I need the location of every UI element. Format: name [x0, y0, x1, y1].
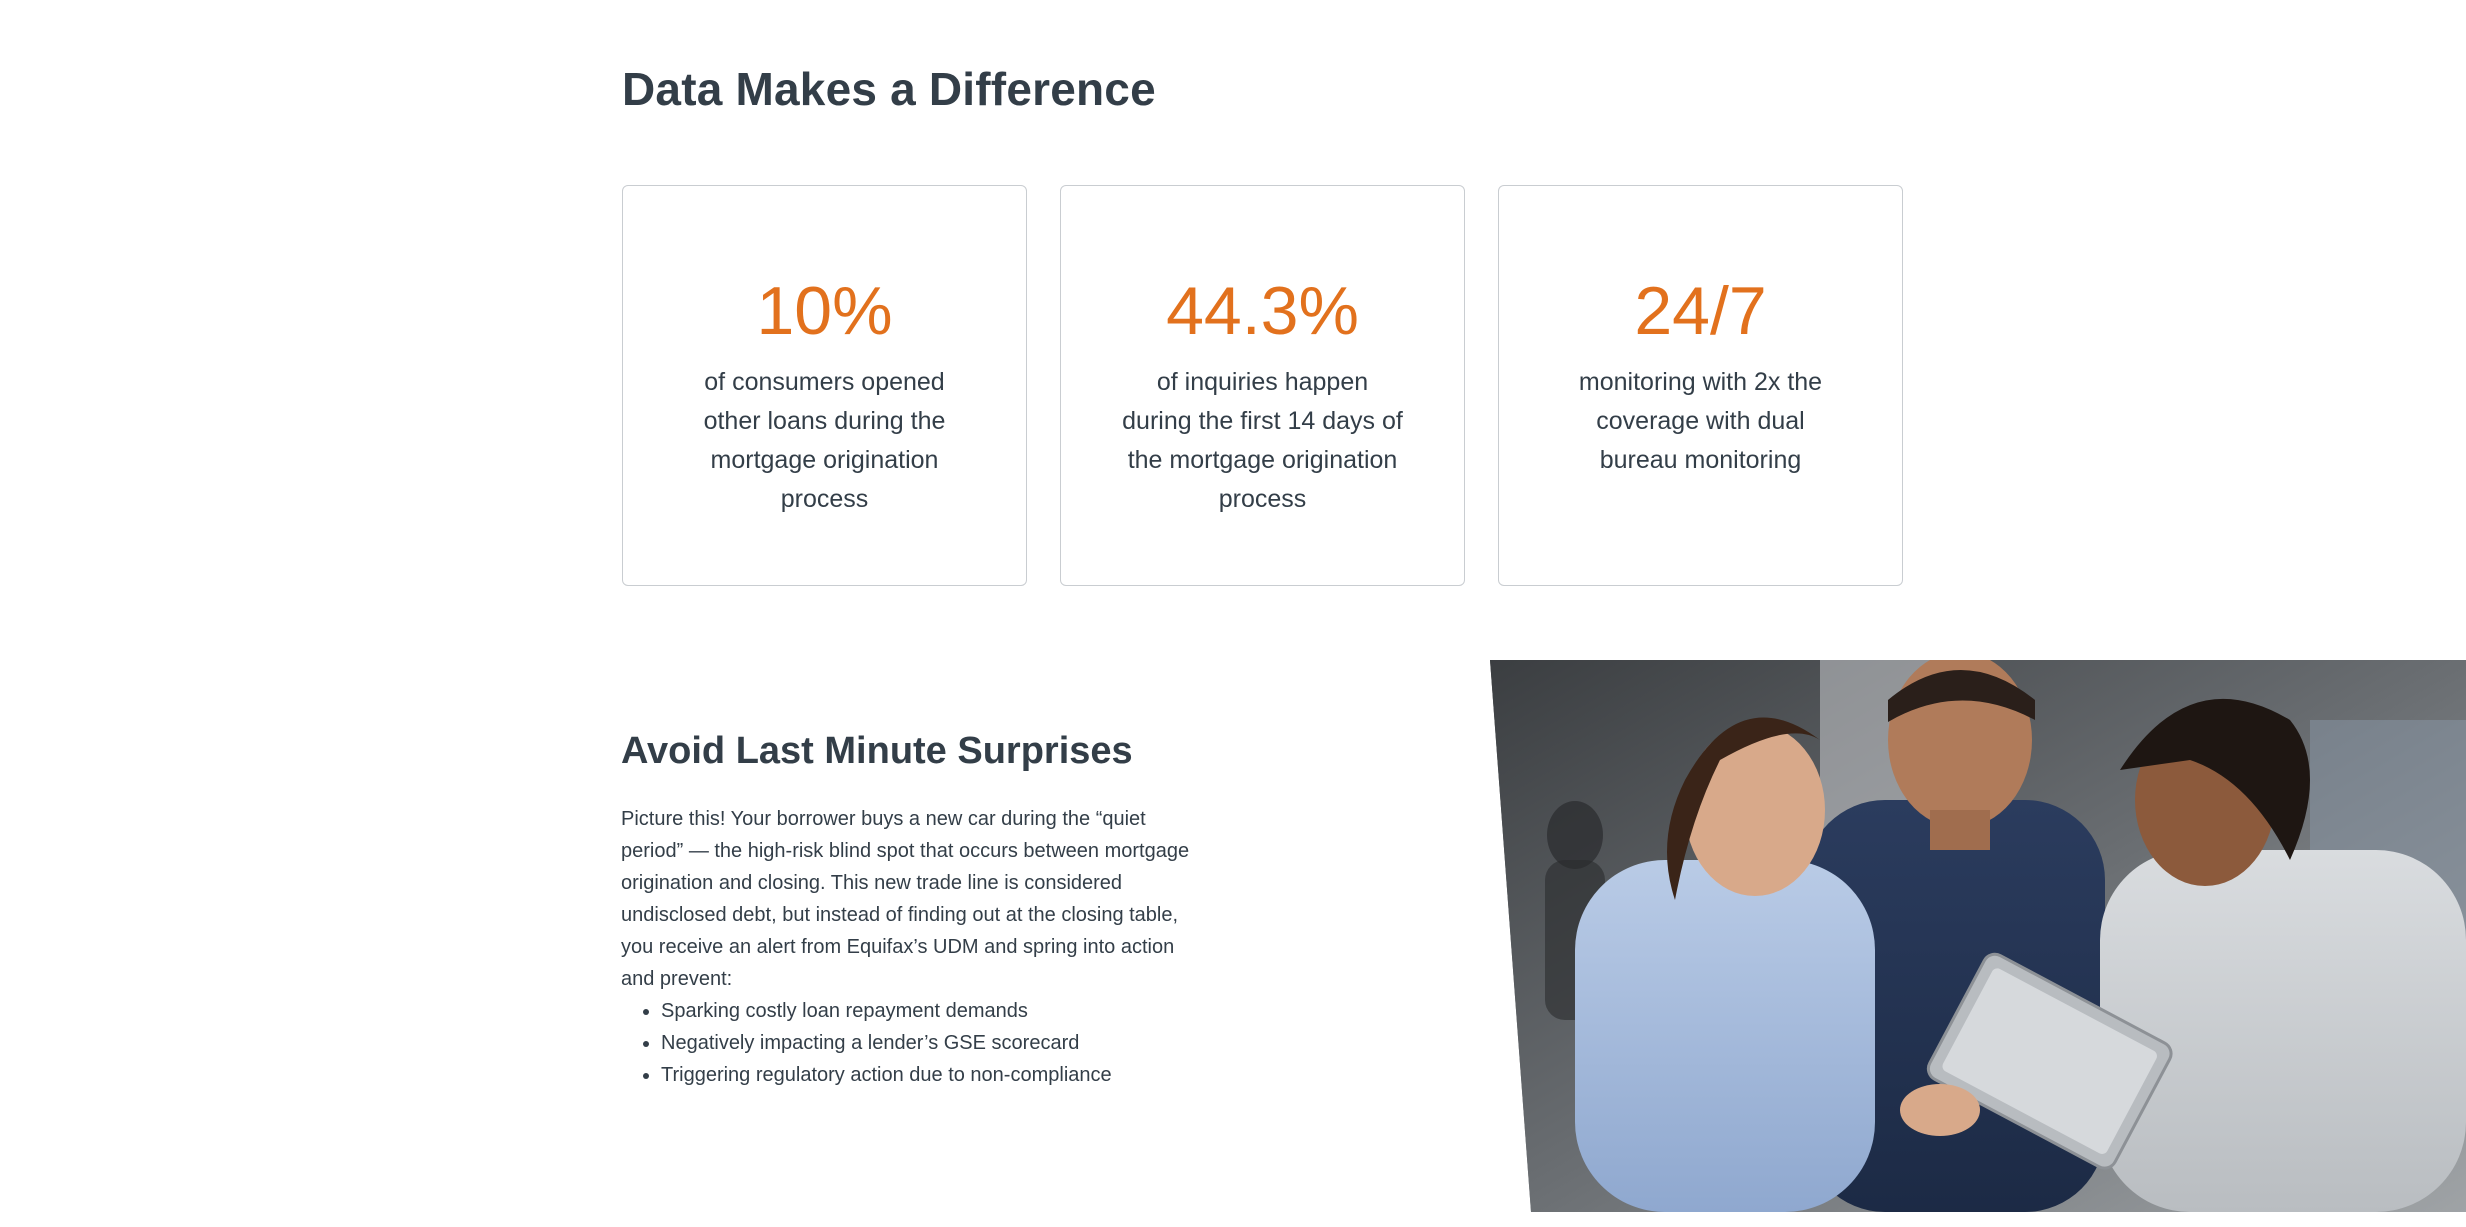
- stat-description: monitoring with 2x the coverage with dua…: [1578, 368, 1823, 474]
- stat-card-inquiries: 44.3% of inquiries happen during the fir…: [1060, 185, 1465, 586]
- stat-description: of consumers opened other loans during t…: [703, 368, 946, 513]
- photo-three-people-with-tablet-icon: [1490, 660, 2466, 1212]
- stats-section-title: Data Makes a Difference: [622, 63, 1156, 115]
- stat-description: of inquiries happen during the first 14 …: [1122, 368, 1403, 513]
- list-item: Triggering regulatory action due to non-…: [661, 1059, 1196, 1091]
- stat-value: 44.3%: [1166, 273, 1359, 349]
- surprises-section-body: Picture this! Your borrower buys a new c…: [621, 803, 1196, 1091]
- photo-illustration: [1490, 660, 2466, 1212]
- surprises-paragraph: Picture this! Your borrower buys a new c…: [621, 808, 1190, 990]
- stat-card-monitoring: 24/7 monitoring with 2x the coverage wit…: [1498, 185, 1903, 586]
- surprises-bullet-list: Sparking costly loan repayment demands N…: [621, 995, 1196, 1091]
- surprises-section-title: Avoid Last Minute Surprises: [621, 730, 1133, 772]
- stats-cards: 10% of consumers opened other loans duri…: [622, 185, 1905, 588]
- list-item: Sparking costly loan repayment demands: [661, 995, 1196, 1027]
- stat-card-consumers: 10% of consumers opened other loans duri…: [622, 185, 1027, 586]
- stat-value: 24/7: [1634, 273, 1767, 349]
- stat-value: 10%: [756, 273, 893, 349]
- list-item: Negatively impacting a lender’s GSE scor…: [661, 1027, 1196, 1059]
- page: Data Makes a Difference 10% of consumers…: [0, 0, 2466, 1227]
